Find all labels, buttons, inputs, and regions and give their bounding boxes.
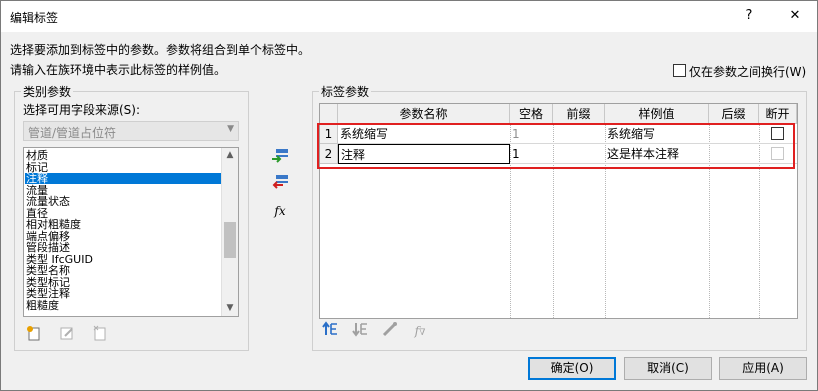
scroll-down-icon[interactable]: ▼ [222,303,238,313]
remove-param-icon[interactable] [269,173,291,193]
category-list-item[interactable]: 类型标记 [25,277,70,288]
sample-cell[interactable]: 这是样本注释 [605,144,709,164]
fx-icon[interactable]: fx [269,201,291,221]
category-list-item[interactable]: 材质 [25,150,48,161]
scroll-up-icon[interactable]: ▲ [222,150,238,160]
prefix-cell[interactable] [553,144,605,164]
wrap-checkbox[interactable] [673,64,686,77]
help-button[interactable]: ? [738,6,760,26]
param-name-cell[interactable]: 系统缩写 [338,124,510,144]
col-header-suffix[interactable]: 后缀 [709,104,759,124]
delete-param-icon[interactable] [89,325,111,345]
suffix-cell[interactable] [709,124,759,144]
category-list-item[interactable]: 注释 [25,173,222,184]
col-header-prefix[interactable]: 前缀 [553,104,605,124]
instruction-line-2: 请输入在族环境中表示此标签的样例值。 [10,63,227,77]
edit-param-icon[interactable] [56,325,78,345]
col-header-sample[interactable]: 样例值 [605,104,709,124]
edit-param-settings-icon[interactable] [379,321,401,341]
row-header[interactable]: 1 [320,124,338,144]
cancel-button[interactable]: 取消(C) [624,357,712,380]
move-down-icon[interactable] [349,321,371,341]
category-list-item[interactable]: 流量 [25,185,48,196]
category-list-item[interactable]: 标记 [25,162,48,173]
category-list-item[interactable]: 端点偏移 [25,231,70,242]
label-params-table: 参数名称 空格 前缀 样例值 后缀 断开 1 系统缩写 1 系统缩写 2 注释 … [319,103,798,319]
col-header-break[interactable]: 断开 [759,104,797,124]
suffix-cell[interactable] [709,144,759,164]
break-cell [759,124,797,144]
corner-header [320,104,338,124]
category-param-list[interactable]: 材质 标记 注释 流量 流量状态 直径 相对粗糙度 端点偏移 管段描述 类型 IfcGUID 类型名… [23,147,239,317]
break-cell [759,144,797,164]
space-cell[interactable]: 1 [510,144,553,164]
move-up-icon[interactable] [319,321,341,341]
category-list-item[interactable]: 管段描述 [25,242,70,253]
col-header-param-name[interactable]: 参数名称 [338,104,510,124]
field-source-label: 选择可用字段来源(S): [23,103,141,117]
instruction-line-1: 选择要添加到标签中的参数。参数将组合到单个标签中。 [10,43,311,57]
fx-edit-icon[interactable]: f∇ [409,321,431,341]
category-list-item[interactable]: 类型注释 [25,288,70,299]
wrap-checkbox-label: 仅在参数之间换行(W) [689,65,807,79]
field-source-value: 管道/管道占位符 [28,126,117,140]
edit-label-dialog: 编辑标签 ? ✕ 选择要添加到标签中的参数。参数将组合到单个标签中。 请输入在族… [0,0,818,391]
scroll-thumb[interactable] [224,222,236,258]
apply-button[interactable]: 应用(A) [719,357,807,380]
ok-button[interactable]: 确定(O) [528,357,616,380]
category-list-item[interactable]: 直径 [25,208,48,219]
break-checkbox[interactable] [771,147,784,160]
sample-cell[interactable]: 系统缩写 [605,124,709,144]
category-list-item[interactable]: 粗糙度 [25,300,59,311]
space-cell[interactable]: 1 [510,124,553,144]
row-header[interactable]: 2 [320,144,338,164]
field-source-combo[interactable]: 管道/管道占位符 ▼ [23,121,239,141]
category-list-item[interactable]: 类型 IfcGUID [25,254,93,265]
chevron-down-icon: ▼ [227,124,234,134]
category-list-item[interactable]: 类型名称 [25,265,70,276]
add-param-icon[interactable] [269,147,291,167]
label-group-title: 标签参数 [319,83,372,100]
category-list-item[interactable]: 流量状态 [25,196,70,207]
close-button[interactable]: ✕ [784,6,806,26]
category-list-item[interactable]: 相对粗糙度 [25,219,81,230]
category-group-title: 类别参数 [21,83,74,100]
list-scrollbar[interactable]: ▲ ▼ [221,148,238,316]
title-bar: 编辑标签 ? ✕ [1,1,817,32]
break-checkbox[interactable] [771,127,784,140]
col-header-space[interactable]: 空格 [510,104,553,124]
param-name-cell[interactable]: 注释 [338,144,510,164]
new-param-icon[interactable] [23,325,45,345]
prefix-cell[interactable] [553,124,605,144]
dialog-title: 编辑标签 [10,11,59,25]
